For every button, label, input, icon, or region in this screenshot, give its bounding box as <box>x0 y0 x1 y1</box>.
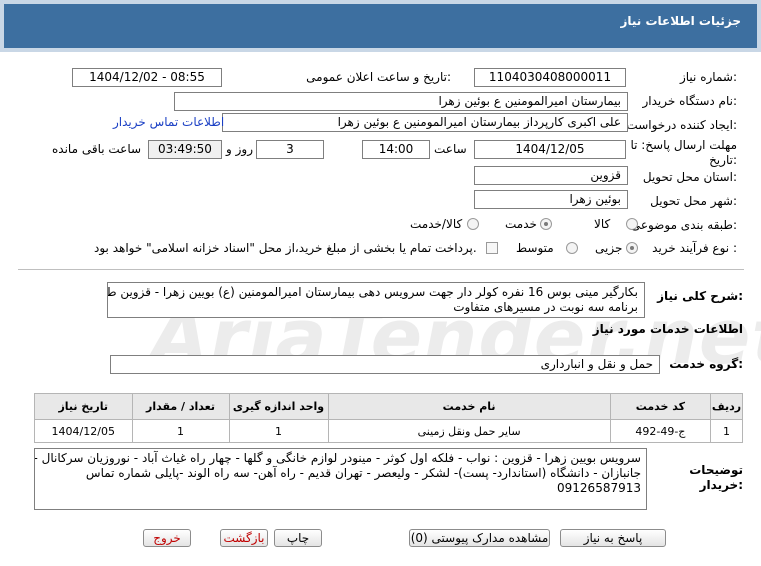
purchase-option-medium: متوسط <box>516 241 554 255</box>
announce-label: تاریخ و ساعت اعلان عمومی: <box>306 70 451 84</box>
notes-line: 09126587913 <box>557 481 641 495</box>
province-label: استان محل تحویل: <box>642 170 737 184</box>
column-header: واحد اندازه گیری <box>228 393 329 420</box>
description-label: شرح کلی نیاز: <box>657 289 743 303</box>
deadline-date-field: 1404/12/05 <box>474 140 626 159</box>
view-attachments-button[interactable]: مشاهده مدارک پیوستی (0) <box>409 529 550 547</box>
service-group-field: حمل و نقل و انبارداری <box>110 355 660 374</box>
service-group-label: گروه خدمت: <box>669 357 743 371</box>
description-textarea[interactable]: بکارگیر مینی بوس 16 نفره کولر دار جهت سر… <box>107 282 645 318</box>
page-title: جزئیات اطلاعات نیاز <box>620 14 741 28</box>
treasury-checkbox[interactable] <box>486 242 498 254</box>
deadline-time-field: 14:00 <box>362 140 430 159</box>
treasury-note: پرداخت تمام یا بخشی از مبلغ خرید،از محل … <box>94 241 477 255</box>
buyer-notes-label-2: خریدار: <box>699 478 743 492</box>
notes-line: سرویس بویین زهرا - قزوین : نواب - فلکه ا… <box>34 451 641 465</box>
days-field: 3 <box>256 140 324 159</box>
need-number-label: شماره نیاز: <box>679 70 737 84</box>
column-header: تاریخ نیاز <box>34 393 133 420</box>
table-header-row: تاریخ نیاز تعداد / مقدار واحد اندازه گیر… <box>34 393 743 420</box>
buyer-notes-label: توضیحات <box>689 463 743 477</box>
purchase-radio-medium[interactable] <box>566 242 578 254</box>
category-radio-service[interactable] <box>540 218 552 230</box>
buyer-notes-textarea[interactable]: سرویس بویین زهرا - قزوین : نواب - فلکه ا… <box>34 448 647 510</box>
column-header: ردیف <box>710 393 743 420</box>
column-header: تعداد / مقدار <box>131 393 230 420</box>
notes-line: جانبازان - دانشگاه (استاندارد- پست)- لشک… <box>85 466 641 480</box>
column-header: کد خدمت <box>609 393 712 420</box>
category-radio-goods-service[interactable] <box>467 218 479 230</box>
cell-quantity: 1 <box>131 419 230 443</box>
buyer-contact-link[interactable]: اطلاعات تماس خریدار <box>113 115 224 129</box>
deadline-label-date: تاریخ: <box>709 153 737 167</box>
remaining-time-field: 03:49:50 <box>148 140 222 159</box>
description-line: برنامه سه نوبت در مسیرهای متفاوت <box>453 300 638 314</box>
purchase-type-label: نوع فرآیند خرید : <box>652 241 737 255</box>
buyer-org-label: نام دستگاه خریدار: <box>642 94 738 108</box>
table-row: 1404/12/05 1 1 سایر حمل ونقل زمینی ج-49-… <box>34 419 743 443</box>
purchase-radio-minor[interactable] <box>626 242 638 254</box>
city-field: بوئین زهرا <box>474 190 628 209</box>
days-label: روز و <box>226 142 253 156</box>
province-field: قزوین <box>474 166 628 185</box>
need-number-field: 1104030408000011 <box>474 68 626 87</box>
services-section-title: اطلاعات خدمات مورد نیاز <box>592 322 743 336</box>
remaining-time-label: ساعت باقی مانده <box>52 142 142 156</box>
cell-need-date: 1404/12/05 <box>34 419 133 443</box>
category-option-goods: کالا <box>594 217 611 231</box>
announce-field: 1404/12/02 - 08:55 <box>72 68 222 87</box>
requester-field: علی اکبری کارپرداز بیمارستان امیرالمومنی… <box>222 113 628 132</box>
city-label: شهر محل تحویل: <box>650 194 737 208</box>
cell-service-code: ج-49-492 <box>609 419 712 443</box>
purchase-option-minor: جزیی <box>595 241 623 255</box>
reply-button[interactable]: پاسخ به نیاز <box>560 529 666 547</box>
deadline-time-label: ساعت <box>434 142 467 156</box>
cell-service-name: سایر حمل ونقل زمینی <box>327 419 611 443</box>
cell-row-number: 1 <box>710 419 743 443</box>
category-radio-goods[interactable] <box>626 218 638 230</box>
buyer-org-field: بیمارستان امیرالمومنین ع بوئین زهرا <box>174 92 628 111</box>
exit-button[interactable]: خروج <box>143 529 191 547</box>
requester-label: ایجاد کننده درخواست: <box>626 118 737 132</box>
cell-unit: 1 <box>228 419 329 443</box>
deadline-label: مهلت ارسال پاسخ: تا <box>630 138 737 152</box>
back-button[interactable]: بازگشت <box>220 529 268 547</box>
category-label: طبقه بندی موضوعی: <box>630 218 737 232</box>
page-header: جزئیات اطلاعات نیاز <box>0 0 761 52</box>
description-line: بکارگیر مینی بوس 16 نفره کولر دار جهت سر… <box>107 285 638 299</box>
category-option-service: خدمت <box>505 217 537 231</box>
divider <box>18 269 744 270</box>
category-option-goods-service: کالا/خدمت <box>410 217 463 231</box>
column-header: نام خدمت <box>327 393 611 420</box>
print-button[interactable]: چاپ <box>274 529 322 547</box>
services-table: تاریخ نیاز تعداد / مقدار واحد اندازه گیر… <box>34 393 743 443</box>
